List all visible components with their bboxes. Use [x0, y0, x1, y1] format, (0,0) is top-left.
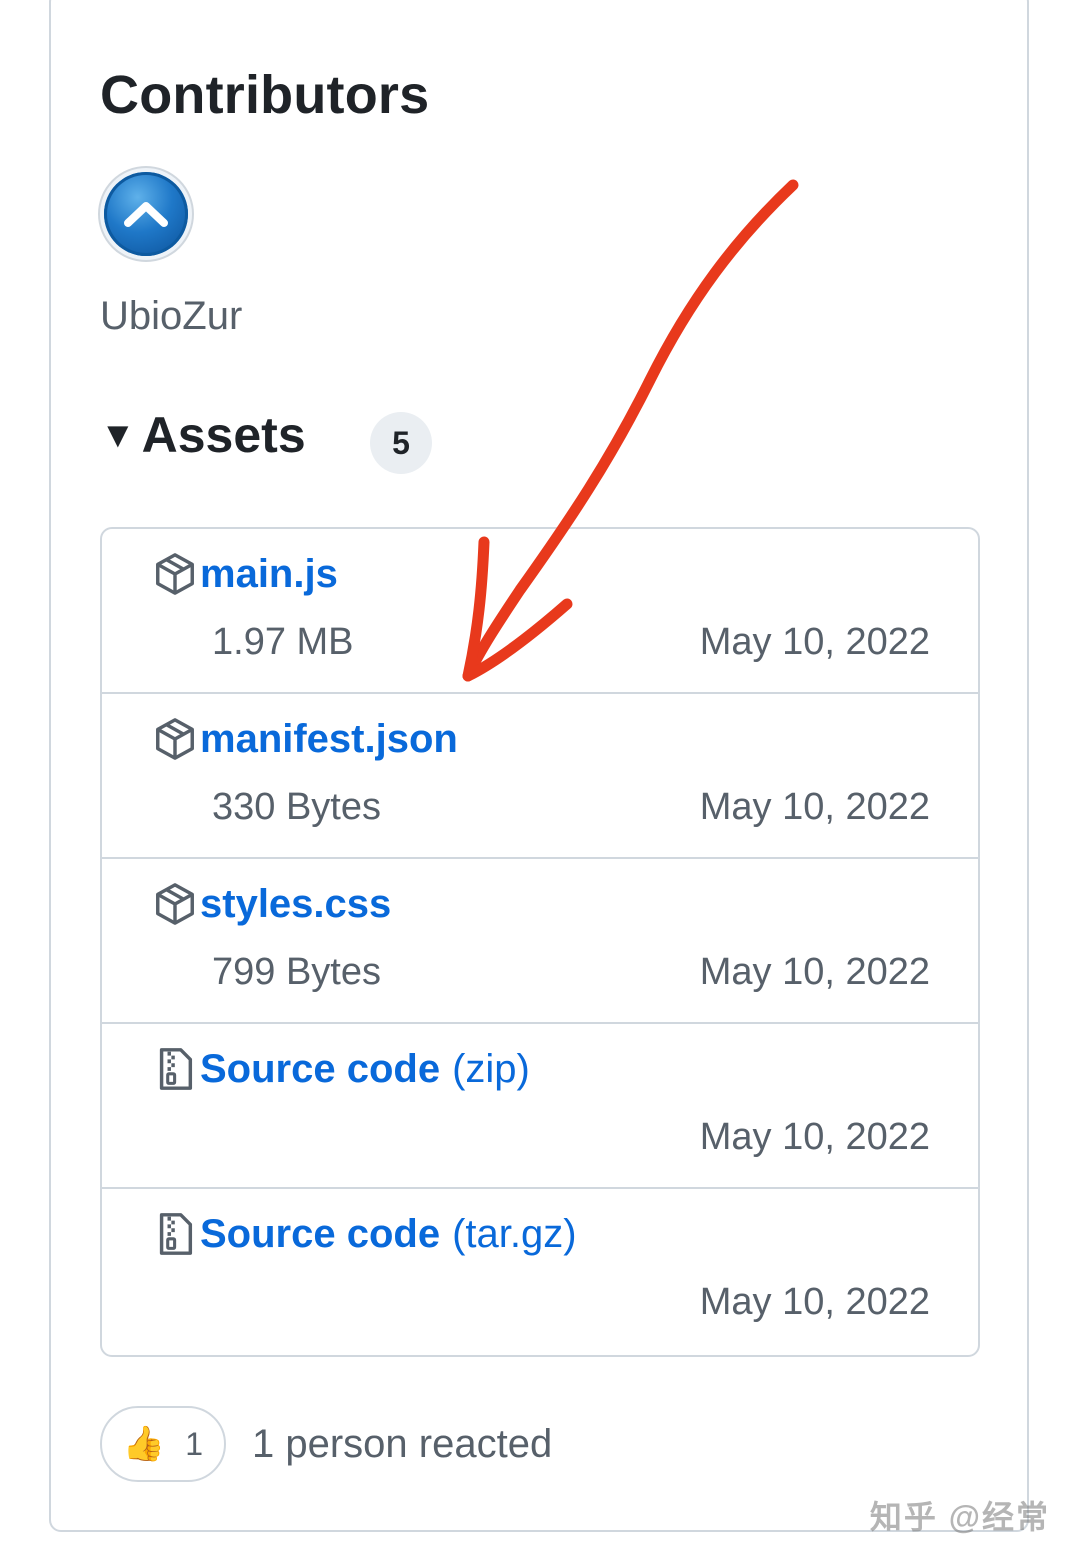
asset-name: manifest.json: [200, 716, 458, 761]
package-icon: [156, 883, 194, 925]
asset-suffix: (tar.gz): [452, 1211, 577, 1256]
asset-list: main.js 1.97 MB May 10, 2022 manifest.js…: [100, 527, 980, 1357]
avatar[interactable]: [98, 166, 194, 262]
chevron-up-icon: [124, 202, 168, 227]
list-item: Source code (tar.gz) May 10, 2022: [102, 1189, 978, 1354]
asset-size: 330 Bytes: [212, 786, 381, 828]
contributor-name[interactable]: UbioZur: [100, 294, 242, 339]
asset-size: 799 Bytes: [212, 951, 381, 993]
package-icon: [156, 553, 194, 595]
asset-size: 1.97 MB: [212, 621, 354, 663]
asset-date: May 10, 2022: [699, 786, 930, 828]
asset-date: May 10, 2022: [699, 1116, 930, 1158]
asset-link-styles-css[interactable]: styles.css: [152, 881, 391, 927]
list-item: styles.css 799 Bytes May 10, 2022: [102, 859, 978, 1024]
asset-link-main-js[interactable]: main.js: [152, 551, 338, 597]
assets-count-badge: 5: [370, 412, 432, 474]
reaction-summary: 1 person reacted: [252, 1422, 553, 1466]
asset-name: main.js: [200, 551, 338, 596]
thumbs-up-icon: 👍: [122, 1425, 166, 1463]
asset-name: Source code: [200, 1046, 441, 1091]
asset-name: Source code: [200, 1211, 441, 1256]
contributors-heading: Contributors: [100, 65, 430, 125]
asset-date: May 10, 2022: [699, 621, 930, 663]
asset-suffix: (zip): [452, 1046, 530, 1091]
reaction-count: 1: [185, 1425, 204, 1462]
package-icon: [156, 718, 194, 760]
watermark: 知乎 @经常: [869, 1499, 1050, 1535]
asset-date: May 10, 2022: [699, 951, 930, 993]
reaction-button[interactable]: 👍 1: [100, 1406, 226, 1482]
asset-link-source-targz[interactable]: Source code (tar.gz): [152, 1211, 577, 1257]
list-item: Source code (zip) May 10, 2022: [102, 1024, 978, 1189]
asset-link-source-zip[interactable]: Source code (zip): [152, 1046, 530, 1092]
triangle-down-icon: ▼: [100, 414, 136, 455]
list-item: main.js 1.97 MB May 10, 2022: [102, 529, 978, 694]
file-zip-icon: [159, 1048, 193, 1090]
asset-link-manifest-json[interactable]: manifest.json: [152, 716, 458, 762]
file-zip-icon: [159, 1213, 193, 1255]
asset-date: May 10, 2022: [699, 1281, 930, 1323]
assets-toggle[interactable]: ▼ Assets: [100, 406, 306, 464]
asset-name: styles.css: [200, 881, 392, 926]
list-item: manifest.json 330 Bytes May 10, 2022: [102, 694, 978, 859]
avatar-image: [104, 172, 188, 256]
assets-heading: Assets: [141, 407, 306, 463]
